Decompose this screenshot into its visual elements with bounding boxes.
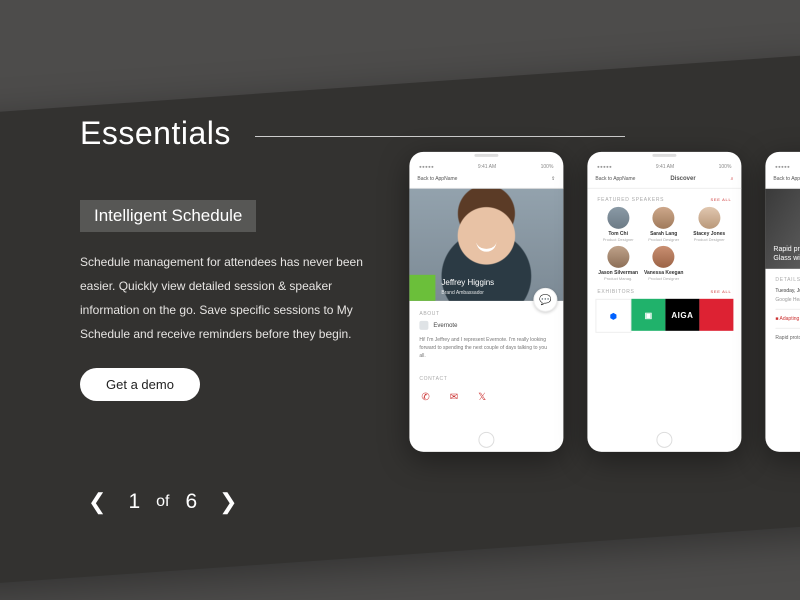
feature-title: Intelligent Schedule [80,200,256,232]
profile-name: Jeffrey Higgins [441,278,494,287]
aiga-logo[interactable]: AIGA [665,299,699,331]
signal-icon [775,166,789,168]
phone-session-detail: 9:41 AM 100% Back to AppName Rapid proto… [765,152,800,452]
profile-role: Brand Ambassador [441,288,494,299]
about-text: Hi! I'm Jeffrey and I represent Evernote… [409,330,563,366]
phone-discover: 9:41 AM 100% Back to AppName Discover ⌕ … [587,152,741,452]
pager-current: 1 [128,490,140,514]
chat-icon[interactable]: 💬 [533,288,557,312]
phone-icon[interactable]: ✆ [421,392,429,403]
speakers-heading: FEATURED SPEAKERS [597,197,664,203]
related-link[interactable]: ■ Adapting to Creativity w… [775,316,800,322]
session-title-line2: Glass with Tom C [773,255,800,262]
speaker-item[interactable]: Tom ChiProduct Designer [595,207,641,242]
speaker-item[interactable]: Vanessa KeeganProduct Designer [641,246,687,281]
signal-icon [597,166,611,168]
pager: ❮ 1 of 6 ❯ [80,487,246,517]
nav-bar: Back to AppName Discover ⌕ [587,173,741,189]
nav-bar: Back to AppName [765,173,800,189]
screen-title: Discover [670,176,695,182]
pager-total: 6 [185,490,197,514]
home-button [478,432,494,448]
see-all-link[interactable]: SEE ALL [710,289,731,295]
company-name: Evernote [433,322,457,328]
get-demo-button[interactable]: Get a demo [80,368,200,401]
session-title-line1: Rapid prototyping [773,246,800,253]
session-excerpt: Rapid prototyping is a met [775,335,800,341]
contact-label: CONTACT [409,366,563,386]
exhibitor-logo[interactable] [699,299,733,331]
status-time: 9:41 AM [478,164,496,170]
status-bar: 9:41 AM 100% [765,157,800,173]
prev-arrow-icon[interactable]: ❮ [80,487,114,517]
back-link[interactable]: Back to AppName [417,176,457,182]
twitter-icon[interactable]: 𝕏 [478,392,486,403]
home-button [656,432,672,448]
pager-of: of [156,493,169,511]
divider [255,136,625,137]
section-title: Essentials [80,115,231,152]
session-location: Google Headquarters [775,297,800,303]
nav-bar: Back to AppName ⇪ [409,173,563,189]
company-badge [409,275,435,301]
speaker-item[interactable]: Sarah LangProduct Designer [641,207,687,242]
avatar [698,207,720,229]
session-hero: Rapid prototyping Glass with Tom C [765,189,800,269]
signal-icon [419,166,433,168]
speaker-item[interactable]: Jason SilvermanProduct Manag. [595,246,641,281]
speakers-list: Tom ChiProduct Designer Sarah LangProduc… [587,207,741,281]
status-battery: 100% [541,164,554,170]
next-arrow-icon[interactable]: ❯ [211,487,245,517]
see-all-link[interactable]: SEE ALL [710,197,731,203]
dropbox-logo[interactable]: ⬢ [595,299,631,333]
avatar [653,207,675,229]
phone-profile: 9:41 AM 100% Back to AppName ⇪ Jeffrey H… [409,152,563,452]
exhibitor-logo[interactable]: ▣ [631,299,665,331]
avatar [607,207,629,229]
session-datetime: Tuesday, June 9 at 11:00am [775,288,800,294]
speaker-item[interactable]: Stacey JonesProduct Designer [686,207,732,242]
avatar [653,246,675,268]
search-icon[interactable]: ⌕ [731,176,734,182]
phone-gallery: 9:41 AM 100% Back to AppName ⇪ Jeffrey H… [409,152,800,452]
feature-card: Essentials Intelligent Schedule Schedule… [0,54,800,586]
evernote-icon [419,321,428,330]
details-label: DETAILS [775,277,800,283]
mail-icon[interactable]: ✉ [450,392,458,403]
back-link[interactable]: Back to AppName [773,176,800,182]
share-icon[interactable]: ⇪ [551,176,555,182]
exhibitors-row: ⬢ ▣ AIGA [587,299,741,331]
avatar [607,246,629,268]
status-bar: 9:41 AM 100% [587,157,741,173]
status-bar: 9:41 AM 100% [409,157,563,173]
exhibitors-heading: EXHIBITORS [597,289,634,295]
feature-description: Schedule management for attendees has ne… [80,250,380,346]
profile-hero: Jeffrey Higgins Brand Ambassador 💬 [409,189,563,301]
back-link[interactable]: Back to AppName [595,176,635,182]
